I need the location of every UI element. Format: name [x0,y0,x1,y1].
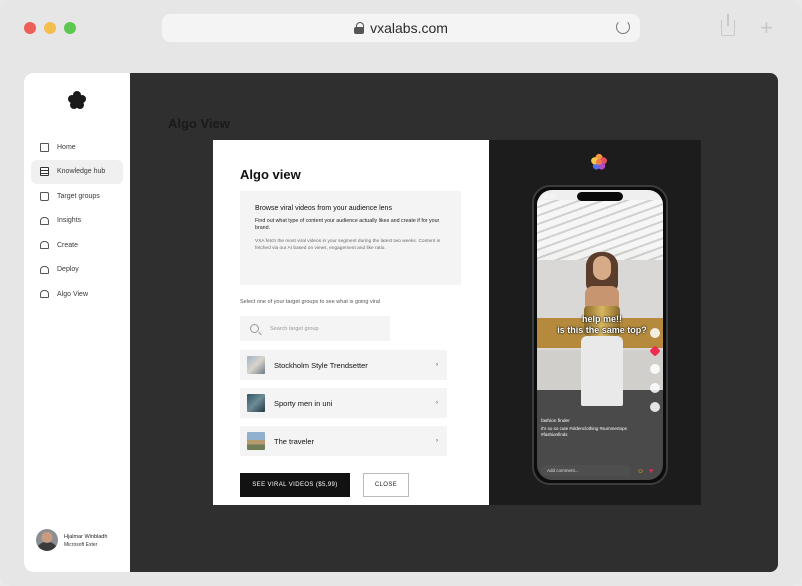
see-viral-videos-button[interactable]: SEE VIRAL VIDEOS ($5,99) [240,473,350,497]
bell-icon [40,241,49,249]
caption-line-1: help me!! [581,314,622,324]
comment-icon[interactable] [650,364,660,374]
algo-view-modal: Algo view Browse viral videos from your … [213,140,701,505]
white-pants [581,336,623,406]
sidebar-item-target-groups[interactable]: Target groups [31,184,123,208]
sidebar-item-insights[interactable]: Insights [31,209,123,233]
sidebar-item-home[interactable]: Home [31,135,123,159]
address-bar[interactable]: vxalabs.com [162,14,640,42]
sidebar-item-deploy[interactable]: Deploy [31,258,123,282]
info-card: Browse viral videos from your audience l… [240,191,461,285]
brand-logo-icon[interactable] [67,90,87,110]
chevron-right-icon: › [436,362,438,368]
target-group-thumbnail [247,394,265,412]
video-username[interactable]: fashion finder [541,419,570,424]
brand-logo-icon [591,153,607,170]
video-description: it's so so cute #oldenclothing #summerto… [541,426,627,437]
info-heading: Browse viral videos from your audience l… [255,205,392,212]
minimize-window-button[interactable] [44,22,56,34]
profile-icon[interactable] [650,328,660,338]
document-icon [40,167,49,176]
sidebar-item-label: Home [57,143,76,151]
lock-icon [354,22,365,34]
window-controls [24,22,76,34]
browser-window: vxalabs.com + Home Knowledge hub Target … [0,0,802,586]
target-group-name: Stockholm Style Trendsetter [274,360,368,370]
select-target-group-label: Select one of your target groups to see … [240,299,381,305]
emoji-icon[interactable]: ☺ [637,468,644,475]
chevron-right-icon: › [436,438,438,444]
target-group-item[interactable]: Stockholm Style Trendsetter › [240,350,447,380]
target-group-item[interactable]: Sporty men in uni › [240,388,447,418]
sidebar-item-algo-view[interactable]: Algo View [31,282,123,306]
chevron-right-icon: › [436,400,438,406]
sidebar-item-label: Deploy [57,266,79,273]
folder-icon [40,191,49,201]
sidebar-item-label: Target groups [57,192,100,200]
sidebar-item-label: Algo View [57,290,89,298]
user-name: Hjalmar Winbladh [64,533,108,540]
status-time: 10:30 [543,194,556,200]
sidebar-item-label: Insights [57,217,82,224]
target-group-item[interactable]: The traveler › [240,426,447,456]
info-body: Find out what type of content your audie… [255,218,440,232]
share-icon[interactable] [721,14,735,36]
user-company: Microsoft Exter [64,541,98,548]
heart-emoji-icon[interactable]: ♥ [649,468,653,475]
avatar [36,529,58,551]
search-placeholder: Search target group [270,325,319,332]
person-face [593,256,611,280]
search-icon [250,324,259,333]
target-group-name: The traveler [274,436,315,446]
caption-line-2: is this the same top? [557,325,647,335]
close-button[interactable]: CLOSE [363,473,409,497]
target-group-thumbnail [247,356,265,374]
sidebar-item-label: Create [57,241,79,249]
sidebar-item-create[interactable]: Create [31,233,123,257]
bell-icon [40,290,49,298]
target-group-thumbnail [247,432,265,450]
close-window-button[interactable] [24,22,36,34]
sidebar: Home Knowledge hub Target groups Insight… [24,73,130,572]
sidebar-nav: Home Knowledge hub Target groups Insight… [31,135,123,307]
bell-icon [40,216,49,225]
reload-icon[interactable] [616,20,630,34]
modal-title: Algo view [240,167,301,182]
video-caption: help me!! is this the same top? [547,314,657,336]
maximize-window-button[interactable] [64,22,76,34]
add-comment-input[interactable]: Add comment... [541,465,631,476]
modal-content: Algo view Browse viral videos from your … [213,140,489,505]
video-screen[interactable]: 10:30 help me!! is this the same top? fa… [537,190,663,480]
search-target-group-input[interactable]: Search target group [240,316,390,341]
share-video-icon[interactable] [650,402,660,412]
bookmark-icon[interactable] [650,383,660,393]
target-group-name: Sporty men in uni [274,398,333,408]
video-preview-panel: 10:30 help me!! is this the same top? fa… [489,140,701,505]
ceiling-beams [537,200,663,260]
new-tab-plus-icon[interactable]: + [760,17,773,39]
home-icon [40,142,49,152]
app-frame: Home Knowledge hub Target groups Insight… [24,73,778,572]
user-profile[interactable]: Hjalmar Winbladh Microsoft Exter [36,529,107,551]
sidebar-item-label: Knowledge hub [57,168,106,175]
like-heart-icon[interactable] [649,345,661,357]
sidebar-item-knowledge-hub[interactable]: Knowledge hub [31,159,123,184]
phone-notch [577,192,623,201]
phone-mockup: 10:30 help me!! is this the same top? fa… [532,185,668,485]
info-note: VXA fetch the most viral videos in your … [255,238,441,251]
page-title: Algo View [168,116,230,131]
bell-icon [40,265,49,274]
url-text: vxalabs.com [370,20,448,36]
